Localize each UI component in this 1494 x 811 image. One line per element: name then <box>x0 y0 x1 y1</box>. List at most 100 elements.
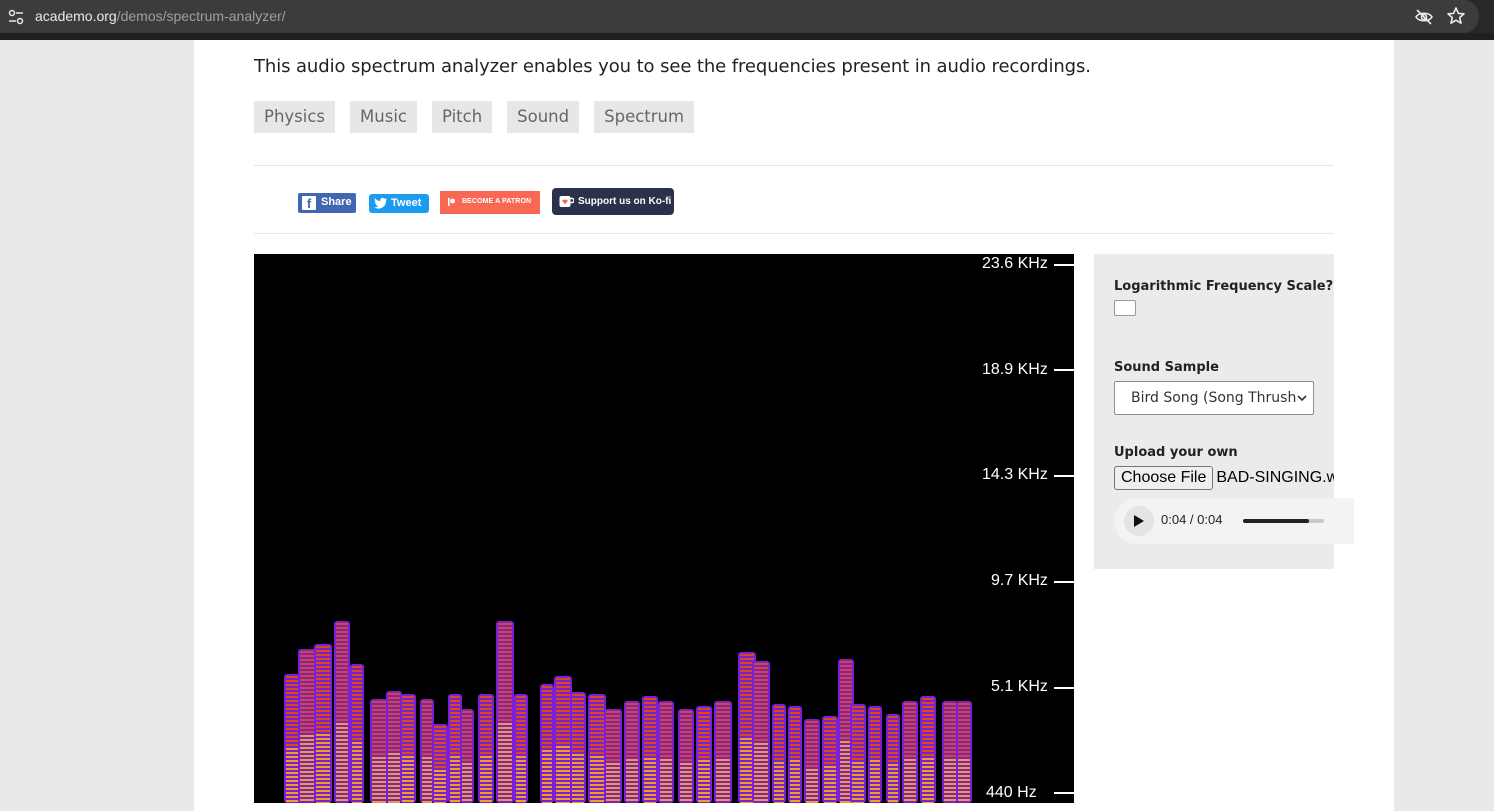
spectrogram-band <box>716 779 730 781</box>
spectrogram-band <box>516 736 526 738</box>
spectrogram-band <box>462 783 472 785</box>
play-button[interactable] <box>1124 506 1154 536</box>
spectrogram-band <box>388 785 400 787</box>
spectrogram-band <box>498 795 512 797</box>
spectrogram-band <box>606 755 620 757</box>
star-icon[interactable] <box>1446 6 1466 26</box>
tag-physics[interactable]: Physics <box>254 101 336 133</box>
spectrogram-band <box>462 719 472 721</box>
spectrogram-band <box>754 767 768 769</box>
site-settings-icon[interactable] <box>8 9 24 25</box>
spectrogram-band <box>462 743 472 745</box>
audio-seek-bar[interactable] <box>1243 519 1324 523</box>
spectrogram-band <box>286 724 300 726</box>
spectrogram-band <box>740 750 754 752</box>
spectrogram-band <box>606 731 620 733</box>
spectrogram-band <box>462 771 472 773</box>
spectrogram-band <box>402 780 414 782</box>
spectrogram-band <box>644 722 656 724</box>
address-bar[interactable]: academo.org/demos/spectrum-analyzer/ <box>0 0 1479 33</box>
spectrogram-band <box>944 799 956 801</box>
spectrogram-band <box>870 736 880 738</box>
spectrogram-band <box>300 743 314 745</box>
twitter-bird-icon <box>374 197 387 209</box>
tag-pitch[interactable]: Pitch <box>431 101 493 133</box>
become-patron-button[interactable]: BECOME A PATRON <box>440 191 540 214</box>
spectrogram-band <box>904 739 916 741</box>
spectrogram-band <box>450 780 460 782</box>
spectrogram-band <box>316 654 330 656</box>
spectrogram-band <box>774 762 784 764</box>
spectrogram-band <box>852 722 864 724</box>
spectrogram-band <box>336 767 348 769</box>
play-icon <box>1134 515 1144 527</box>
spectrogram-band <box>958 735 970 737</box>
spectrogram-band <box>740 666 754 668</box>
chevron-down-icon <box>1297 395 1307 402</box>
url-text[interactable]: academo.org/demos/spectrum-analyzer/ <box>35 8 286 24</box>
freq-label-9-7k: 9.7 KHz <box>991 572 1048 589</box>
spectrogram-band <box>556 758 570 760</box>
spectrogram-band <box>944 723 956 725</box>
eye-off-icon[interactable] <box>1414 7 1434 27</box>
spectrogram-band <box>516 768 526 770</box>
spectrogram-band <box>888 736 898 738</box>
choose-file-button[interactable]: Choose File <box>1114 466 1214 490</box>
spectrogram-band <box>774 794 784 796</box>
spectrogram-band <box>422 737 432 739</box>
spectrogram-band <box>606 759 620 761</box>
spectrogram-band <box>336 799 348 801</box>
spectrogram-band <box>422 753 432 755</box>
browser-toolbar: academo.org/demos/spectrum-analyzer/ <box>0 0 1494 33</box>
spectrogram-band <box>516 780 526 782</box>
spectrogram-band <box>644 718 656 720</box>
tag-music[interactable]: Music <box>350 101 417 133</box>
spectrogram-band <box>904 727 916 729</box>
facebook-share-button[interactable]: f Share <box>298 193 356 213</box>
spectrogram-band <box>480 732 492 734</box>
spectrogram-band <box>316 742 330 744</box>
spectrogram-band <box>388 729 400 731</box>
spectrogram-band <box>300 699 314 701</box>
spectrogram-band <box>790 732 800 734</box>
spectrogram-band <box>590 740 604 742</box>
spectrogram-band <box>542 730 552 732</box>
spectrogram-band <box>498 627 512 629</box>
spectrogram-band <box>644 750 656 752</box>
spectrogram-band <box>516 708 526 710</box>
kofi-button[interactable]: Support us on Ko-fi <box>552 188 674 215</box>
spectrogram-band <box>806 781 818 783</box>
tag-sound[interactable]: Sound <box>507 101 580 133</box>
sound-sample-select[interactable]: Bird Song (Song Thrush <box>1114 381 1314 415</box>
spectrogram-band <box>660 711 672 713</box>
spectrogram-band <box>402 732 414 734</box>
tweet-button[interactable]: Tweet <box>369 194 429 213</box>
tag-spectrum[interactable]: Spectrum <box>594 101 695 133</box>
spectrogram-band <box>498 655 512 657</box>
spectrogram-band <box>498 799 512 801</box>
spectrogram-band <box>450 788 460 790</box>
spectrogram-band <box>660 747 672 749</box>
spectrogram-band <box>450 736 460 738</box>
spectrogram-band <box>852 746 864 748</box>
spectrogram-band <box>300 771 314 773</box>
spectrogram-band <box>450 784 460 786</box>
spectrogram-band <box>462 735 472 737</box>
spectrogram-band <box>556 734 570 736</box>
spectrogram-band <box>606 719 620 721</box>
spectrogram-band <box>904 779 916 781</box>
spectrogram-band <box>888 800 898 802</box>
spectrogram-band <box>434 782 446 784</box>
spectrogram-band <box>626 707 638 709</box>
spectrogram-band <box>590 772 604 774</box>
spectrogram-band <box>644 754 656 756</box>
spectrogram-band <box>888 756 898 758</box>
spectrogram-band <box>754 727 768 729</box>
spectrogram-band <box>824 746 836 748</box>
spectrogram-band <box>644 802 656 803</box>
spectrogram-band <box>904 743 916 745</box>
log-scale-checkbox[interactable] <box>1114 300 1136 316</box>
spectrogram-band <box>556 682 570 684</box>
spectrogram-band <box>806 753 818 755</box>
spectrogram-band <box>774 742 784 744</box>
